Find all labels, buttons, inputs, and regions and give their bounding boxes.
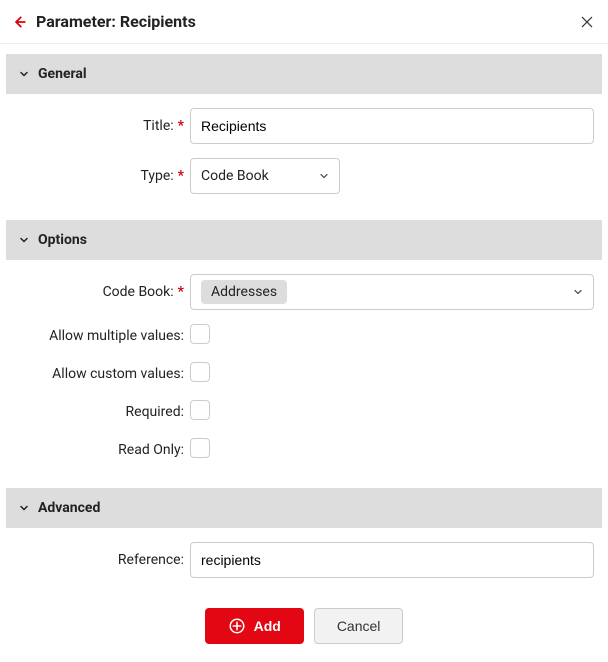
add-button-label: Add [254,618,281,634]
section-body-general: Title:* Type:* Code Book [0,94,608,210]
required-star-icon: * [178,284,184,300]
allow-custom-checkbox[interactable] [190,362,210,382]
section-header-options[interactable]: Options [6,220,602,260]
close-icon[interactable] [580,15,594,29]
allow-custom-label: Allow custom values: [14,366,190,382]
readonly-checkbox[interactable] [190,438,210,458]
cancel-button-label: Cancel [337,618,381,634]
section-header-advanced[interactable]: Advanced [6,488,602,528]
required-star-icon: * [178,118,184,134]
section-title-options: Options [38,232,87,248]
plus-circle-icon [228,617,246,635]
button-row: Add Cancel [0,594,608,662]
section-title-general: General [38,66,87,82]
chevron-down-icon [18,234,30,246]
required-checkbox[interactable] [190,400,210,420]
section-body-options: Code Book:* Addresses Allow multiple val… [0,260,608,478]
reference-input[interactable] [190,542,594,578]
required-star-icon: * [178,168,184,184]
reference-label: Reference: [14,552,190,568]
cancel-button[interactable]: Cancel [314,608,404,644]
readonly-label: Read Only: [14,442,190,458]
section-header-general[interactable]: General [6,54,602,94]
allow-multiple-label: Allow multiple values: [14,328,190,344]
title-input[interactable] [190,108,594,144]
chevron-down-icon [18,68,30,80]
section-body-advanced: Reference: [0,528,608,594]
chevron-down-icon [572,286,584,298]
codebook-label: Code Book:* [14,284,190,300]
codebook-chip: Addresses [201,280,287,304]
title-label: Title:* [14,118,190,134]
type-label: Type:* [14,168,190,184]
allow-multiple-checkbox[interactable] [190,324,210,344]
add-button[interactable]: Add [205,608,304,644]
type-select[interactable]: Code Book [190,158,340,194]
back-arrow-icon[interactable] [12,15,26,29]
type-select-value: Code Book [201,168,269,184]
chevron-down-icon [318,170,330,182]
dialog-header: Parameter: Recipients [0,0,608,44]
section-title-advanced: Advanced [38,500,100,516]
codebook-select[interactable]: Addresses [190,274,594,310]
chevron-down-icon [18,502,30,514]
dialog-title: Parameter: Recipients [36,12,580,31]
required-label: Required: [14,404,190,420]
